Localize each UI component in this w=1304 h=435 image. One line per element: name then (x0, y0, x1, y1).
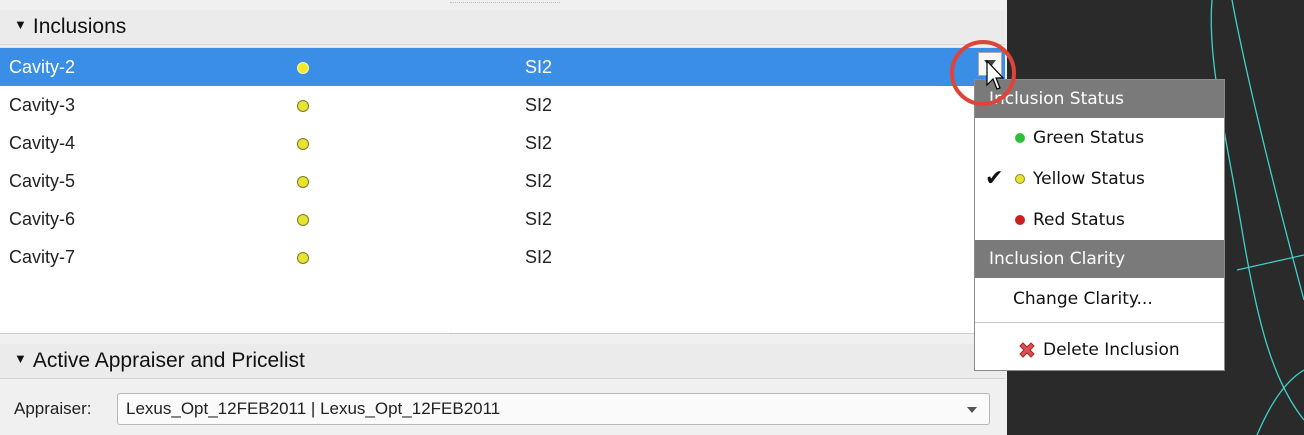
status-dot-icon (297, 176, 309, 188)
yellow-status-dot-icon (1015, 174, 1025, 184)
inclusion-clarity: SI2 (525, 57, 553, 77)
red-status-dot-icon (1015, 215, 1025, 225)
inclusion-name: Cavity-4 (9, 133, 76, 153)
menu-item-label: Change Clarity... (1013, 289, 1153, 309)
inclusions-section-header[interactable]: ▼ Inclusions (0, 10, 1005, 45)
inclusion-name: Cavity-5 (9, 171, 76, 191)
inclusion-name: Cavity-7 (9, 247, 76, 267)
appraiser-select[interactable]: Lexus_Opt_12FEB2011 | Lexus_Opt_12FEB201… (117, 393, 990, 425)
appraiser-select-value: Lexus_Opt_12FEB2011 | Lexus_Opt_12FEB201… (126, 399, 501, 418)
menu-item-label: Red Status (1033, 210, 1125, 230)
menu-item-label: Green Status (1033, 128, 1145, 148)
inclusion-clarity: SI2 (525, 95, 553, 115)
collapse-triangle-icon[interactable]: ▼ (14, 342, 27, 376)
inclusion-clarity: SI2 (525, 247, 553, 267)
inclusion-clarity: SI2 (525, 171, 553, 191)
collapse-triangle-icon[interactable]: ▼ (14, 8, 27, 42)
menu-item-yellow-status[interactable]: ✔ Yellow Status (975, 159, 1224, 199)
menu-item-green-status[interactable]: Green Status (975, 118, 1224, 158)
menu-separator (975, 322, 1224, 323)
inclusion-row[interactable]: Cavity-7 SI2 (0, 238, 1005, 276)
appraiser-section-header[interactable]: ▼ Active Appraiser and Pricelist (0, 344, 1005, 379)
inclusion-name: Cavity-3 (9, 95, 76, 115)
inclusion-row[interactable]: Cavity-5 SI2 (0, 162, 1005, 200)
status-dot-icon (297, 100, 309, 112)
status-dot-icon (297, 62, 309, 74)
menu-item-change-clarity[interactable]: Change Clarity... (975, 279, 1224, 319)
inclusion-name: Cavity-6 (9, 209, 76, 229)
inclusion-context-menu: Inclusion Status Green Status ✔ Yellow S… (974, 79, 1225, 371)
mouse-cursor-icon (986, 60, 1004, 90)
inclusion-row[interactable]: Cavity-6 SI2 (0, 200, 1005, 238)
inclusion-name: Cavity-2 (9, 57, 76, 77)
status-dot-icon (297, 138, 309, 150)
inclusion-clarity-header: Inclusion Clarity (975, 240, 1224, 278)
inclusion-row[interactable]: Cavity-3 SI2 (0, 86, 1005, 124)
inclusions-list: Cavity-2 SI2 Cavity-3 SI2 Cavity-4 SI2 Cavity-… (0, 47, 1005, 334)
status-dot-icon (297, 214, 309, 226)
red-x-icon (1019, 342, 1035, 358)
inclusion-row[interactable]: Cavity-2 SI2 (0, 48, 1005, 86)
chevron-down-icon[interactable] (967, 407, 977, 413)
highlight-circle (950, 40, 1016, 106)
menu-item-red-status[interactable]: Red Status (975, 200, 1224, 240)
inclusions-panel: ▼ Inclusions Cavity-2 SI2 Cavity-3 SI2 Cavity… (0, 0, 1005, 435)
status-dot-icon (297, 252, 309, 264)
checkmark-icon: ✔ (985, 166, 1004, 191)
menu-item-label: Yellow Status (1033, 169, 1145, 189)
green-status-dot-icon (1015, 133, 1025, 143)
inclusion-clarity: SI2 (525, 133, 553, 153)
inclusions-title: Inclusions (32, 15, 127, 38)
appraiser-section-title: Active Appraiser and Pricelist (32, 349, 305, 372)
inclusion-clarity: SI2 (525, 209, 553, 229)
appraiser-label: Appraiser: (14, 399, 92, 418)
splitter-handle[interactable] (450, 333, 560, 338)
menu-item-label: Delete Inclusion (1043, 340, 1180, 360)
splitter-handle[interactable] (450, 2, 560, 7)
menu-item-delete-inclusion[interactable]: Delete Inclusion (975, 330, 1224, 370)
inclusion-row[interactable]: Cavity-4 SI2 (0, 124, 1005, 162)
inclusion-clarity-header-label: Inclusion Clarity (989, 249, 1126, 269)
